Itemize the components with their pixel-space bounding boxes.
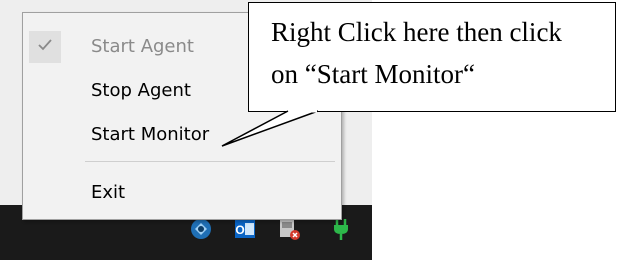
check-mark-icon <box>38 39 52 51</box>
menu-item-exit[interactable]: Exit <box>23 173 341 213</box>
menu-separator <box>85 161 335 162</box>
callout-box: Right Click here then click on “Start Mo… <box>248 2 616 112</box>
menu-item-label: Exit <box>91 182 126 203</box>
svg-text:O: O <box>235 223 244 237</box>
callout-text-line-1: Right Click here then click <box>271 17 562 47</box>
menu-item-label: Start Agent <box>91 36 194 57</box>
menu-item-start-monitor[interactable]: Start Monitor <box>23 115 341 155</box>
menu-item-label: Stop Agent <box>91 80 191 101</box>
menu-item-label: Start Monitor <box>91 124 210 145</box>
screenshot-stage: O Start Agent Stop Agent Start Monitor E… <box>0 0 631 260</box>
callout-text-line-2: on “Start Monitor“ <box>271 59 475 89</box>
